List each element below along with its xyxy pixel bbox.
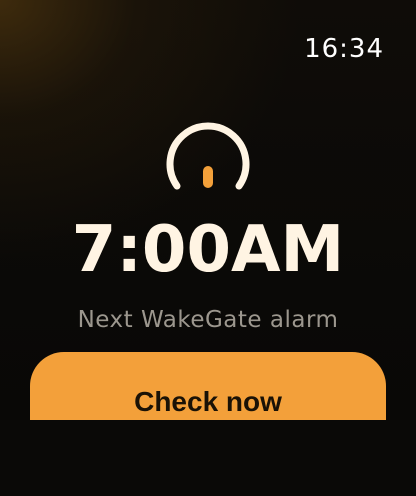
watch-screen: 16:34 7:00AM Next WakeGate alarm Check n…: [0, 0, 416, 496]
power-gauge-icon: [166, 122, 250, 190]
alarm-time: 7:00AM: [71, 213, 345, 287]
alarm-subtitle: Next WakeGate alarm: [77, 307, 339, 333]
check-now-label: Check now: [134, 386, 282, 417]
check-now-button[interactable]: Check now: [30, 352, 386, 420]
bottom-area: [0, 420, 416, 496]
status-time: 16:34: [304, 34, 384, 64]
